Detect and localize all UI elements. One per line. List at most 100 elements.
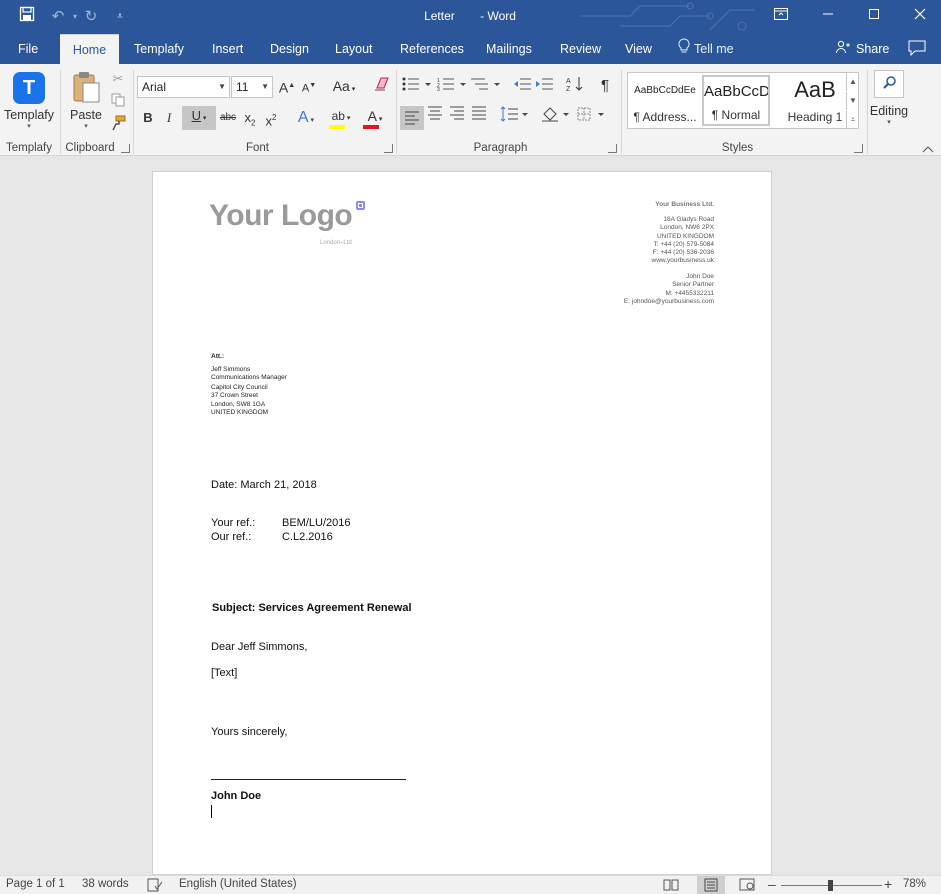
increase-indent-icon[interactable] (534, 77, 554, 97)
change-case-icon[interactable]: Aa ▾ (329, 76, 359, 100)
styles-scroll-down-icon[interactable]: ▼ (846, 92, 859, 110)
strikethrough-button[interactable]: abc (218, 108, 238, 128)
tab-home[interactable]: Home (60, 34, 119, 64)
sender-line: 18A Gladys Road (663, 216, 714, 223)
decrease-indent-icon[interactable] (512, 77, 532, 97)
page-count[interactable]: Page 1 of 1 (6, 878, 65, 890)
superscript-mark: 2 (272, 113, 277, 122)
copy-icon[interactable] (109, 93, 127, 113)
minimize-icon[interactable] (805, 0, 851, 34)
editing-button[interactable]: Editing ▾ (869, 68, 909, 138)
format-painter-icon[interactable] (109, 115, 127, 137)
tab-references[interactable]: References (390, 34, 474, 64)
align-right-icon[interactable] (447, 106, 467, 126)
styles-launcher-icon[interactable] (854, 144, 863, 153)
paste-button[interactable]: Paste ▾ (66, 70, 106, 138)
tab-review[interactable]: Review (550, 34, 611, 64)
sender-contact-line: E: johndoe@yourbusiness.com (623, 297, 714, 305)
your-ref-value: BEM/LU/2016 (282, 517, 351, 529)
tab-design[interactable]: Design (260, 34, 319, 64)
style-preview: AaB (794, 77, 836, 102)
redo-icon[interactable]: ↻ (79, 6, 103, 28)
justify-icon[interactable] (469, 106, 489, 126)
font-color-icon[interactable]: A ▾ (360, 106, 390, 130)
sort-icon[interactable]: AZ (565, 76, 585, 98)
tab-templafy[interactable]: Templafy (124, 34, 194, 64)
sender-line: www.yourbusiness.uk (651, 257, 715, 265)
grow-font-icon[interactable]: A▲ (278, 76, 296, 98)
close-icon[interactable] (897, 0, 941, 34)
bullets-icon[interactable] (402, 77, 432, 97)
bold-button[interactable]: B (139, 108, 157, 128)
line-spacing-icon[interactable] (500, 106, 530, 128)
styles-more-icon[interactable]: ⩡ (846, 111, 859, 129)
letter-body-placeholder[interactable]: [Text] (211, 667, 237, 679)
tab-file[interactable]: File (8, 34, 48, 64)
comments-icon[interactable] (908, 40, 928, 58)
ribbon-tabs: File Home Templafy Insert Design Layout … (0, 34, 941, 64)
style-address[interactable]: AaBbCcDdEe ¶ Address... (630, 75, 700, 126)
highlight-label: ab (331, 109, 345, 123)
italic-button[interactable]: I (160, 108, 178, 128)
shrink-font-icon[interactable]: A▼ (300, 76, 318, 99)
borders-icon[interactable] (575, 106, 607, 128)
ribbon-display-options-icon[interactable] (758, 0, 804, 34)
title-separator: - (480, 9, 485, 23)
align-left-icon[interactable] (400, 106, 424, 130)
cut-icon[interactable]: ✂ (109, 69, 127, 89)
signature-line (211, 779, 406, 780)
document-area[interactable]: Your Logo London–Ltd Your Business Ltd. … (0, 157, 941, 875)
customize-qat-icon[interactable]: ⩡ (108, 6, 132, 28)
sender-line: London, NW6 2PX (660, 224, 714, 232)
word-count[interactable]: 38 words (82, 878, 129, 890)
group-label-clipboard: Clipboard (65, 142, 115, 154)
save-icon[interactable] (15, 6, 39, 28)
font-launcher-icon[interactable] (384, 144, 393, 153)
print-layout-icon[interactable] (697, 876, 725, 894)
read-mode-icon[interactable] (663, 878, 679, 894)
share-button[interactable]: Share (836, 34, 889, 64)
sender-line: UNITED KINGDOM (656, 232, 714, 240)
svg-text:Z: Z (566, 86, 571, 92)
web-layout-icon[interactable] (739, 878, 755, 894)
underline-button[interactable]: U ▾ (182, 106, 216, 130)
paragraph-launcher-icon[interactable] (608, 144, 617, 153)
tell-me-box[interactable]: Tell me (678, 34, 734, 64)
templafy-button[interactable]: T Templafy ▾ (4, 70, 54, 138)
highlight-swatch (329, 125, 345, 129)
letter-salutation: Dear Jeff Simmons, (211, 641, 308, 653)
tab-mailings[interactable]: Mailings (476, 34, 542, 64)
show-formatting-icon[interactable]: ¶ (596, 76, 614, 96)
styles-scroll-up-icon[interactable]: ▲ (846, 73, 859, 91)
font-size-select[interactable]: 11 ▼ (231, 76, 273, 98)
zoom-out-button[interactable]: – (768, 876, 776, 892)
numbering-icon[interactable]: 123 (437, 77, 467, 97)
restore-icon[interactable] (851, 0, 897, 34)
tab-layout[interactable]: Layout (325, 34, 383, 64)
subscript-button[interactable]: x2 (241, 108, 259, 134)
zoom-level[interactable]: 78% (903, 878, 926, 890)
highlight-color-icon[interactable]: ab ▾ (326, 106, 356, 129)
text-effects-icon[interactable]: A ▾ (292, 108, 320, 131)
tab-insert[interactable]: Insert (202, 34, 253, 64)
tab-view[interactable]: View (615, 34, 662, 64)
zoom-slider-thumb[interactable] (828, 880, 834, 891)
style-heading-1[interactable]: AaB Heading 1 (774, 75, 856, 126)
align-center-icon[interactable] (425, 106, 445, 126)
clipboard-launcher-icon[interactable] (121, 144, 130, 153)
group-separator (133, 70, 134, 154)
style-name: ¶ Address... (633, 110, 697, 124)
multilevel-list-icon[interactable] (471, 77, 501, 97)
templafy-dropdown-icon: ▾ (27, 123, 31, 130)
style-normal[interactable]: AaBbCcD ¶ Normal (702, 75, 770, 126)
superscript-button[interactable]: x2 (262, 108, 280, 131)
zoom-in-button[interactable]: + (884, 876, 892, 892)
document-page[interactable]: Your Logo London–Ltd Your Business Ltd. … (152, 171, 772, 875)
font-family-select[interactable]: Arial ▼ (137, 76, 230, 98)
shading-icon[interactable] (541, 106, 571, 128)
clear-formatting-icon[interactable] (372, 76, 392, 98)
proofing-icon[interactable] (147, 878, 163, 894)
title-bar: ↶ ▾ ↻ ⩡ Letter - Word (0, 0, 941, 34)
chevron-down-icon: ▼ (218, 82, 226, 91)
language-indicator[interactable]: English (United States) (179, 878, 297, 890)
